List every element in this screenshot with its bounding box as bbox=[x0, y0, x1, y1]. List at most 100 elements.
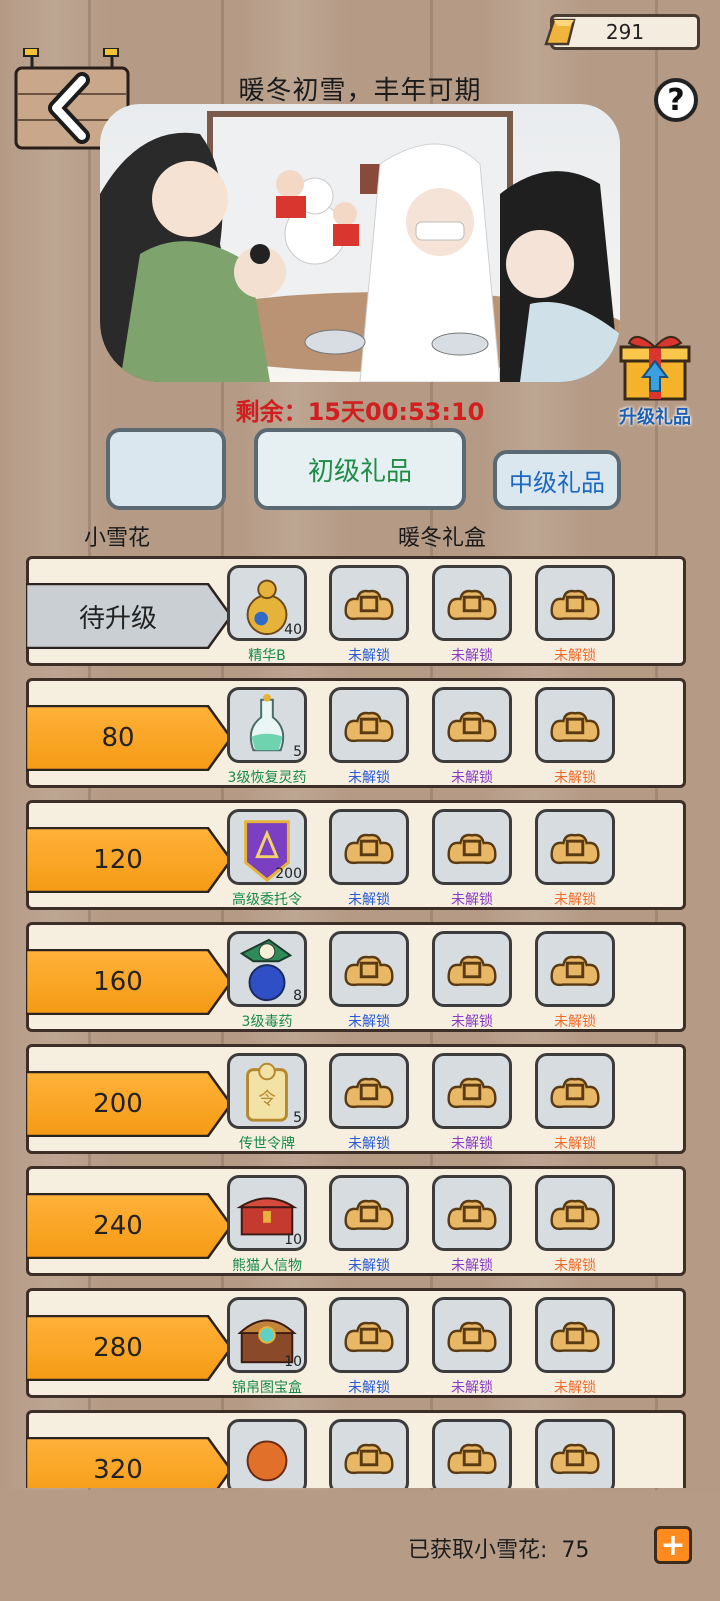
locked-slot[interactable] bbox=[535, 809, 615, 885]
lock-cloud-icon bbox=[447, 955, 497, 987]
locked-label: 未解锁 bbox=[554, 892, 596, 908]
locked-slot[interactable] bbox=[329, 1175, 409, 1251]
locked-slot[interactable] bbox=[535, 1419, 615, 1488]
locked-slot[interactable] bbox=[329, 931, 409, 1007]
locked-label: 未解锁 bbox=[348, 648, 390, 664]
locked-slot[interactable] bbox=[535, 931, 615, 1007]
tab-intermediate-gift[interactable]: 中级礼品 bbox=[493, 450, 621, 510]
event-title: 暖冬初雪，丰年可期 bbox=[238, 76, 482, 106]
locked-slot[interactable] bbox=[329, 1053, 409, 1129]
reward-quantity: 8 bbox=[293, 988, 302, 1004]
lock-cloud-icon bbox=[344, 833, 394, 865]
tab-basic-gift[interactable]: 初级礼品 bbox=[254, 428, 466, 510]
locked-slot[interactable] bbox=[535, 1175, 615, 1251]
tier-arrow-outline bbox=[26, 705, 233, 771]
reward-row: 200 令 5 传世令牌 未解锁 未解锁 未解锁 bbox=[26, 1044, 686, 1154]
reward-slot[interactable]: 40 bbox=[227, 565, 307, 641]
locked-slot[interactable] bbox=[329, 1419, 409, 1488]
gift-box-icon bbox=[619, 336, 691, 401]
locked-label: 未解锁 bbox=[348, 892, 390, 908]
reward-row: 120 200 高级委托令 未解锁 未解锁 未解锁 bbox=[26, 800, 686, 910]
reward-slot[interactable]: 200 bbox=[227, 809, 307, 885]
locked-label: 未解锁 bbox=[348, 1014, 390, 1030]
obtained-snowflakes-value: 75 bbox=[561, 1538, 590, 1563]
lock-cloud-icon bbox=[550, 1321, 600, 1353]
tier-arrow-outline bbox=[26, 583, 233, 649]
locked-slot[interactable] bbox=[432, 1419, 512, 1488]
locked-label: 未解锁 bbox=[348, 1258, 390, 1274]
lock-cloud-icon bbox=[344, 589, 394, 621]
event-illustration bbox=[100, 104, 620, 382]
lock-cloud-icon bbox=[550, 1077, 600, 1109]
tier-arrow-outline bbox=[26, 827, 233, 893]
lock-cloud-icon bbox=[550, 1199, 600, 1231]
locked-slot[interactable] bbox=[432, 1053, 512, 1129]
reward-quantity: 5 bbox=[293, 1110, 302, 1126]
add-snowflake-button[interactable]: + bbox=[654, 1526, 692, 1564]
locked-slot[interactable] bbox=[329, 1297, 409, 1373]
locked-label: 未解锁 bbox=[451, 648, 493, 664]
reward-quantity: 5 bbox=[293, 744, 302, 760]
lock-cloud-icon bbox=[550, 955, 600, 987]
lock-cloud-icon bbox=[550, 711, 600, 743]
reward-quantity: 10 bbox=[284, 1232, 302, 1248]
locked-label: 未解锁 bbox=[348, 1136, 390, 1152]
lock-cloud-icon bbox=[550, 1443, 600, 1475]
locked-slot[interactable] bbox=[432, 931, 512, 1007]
locked-slot[interactable] bbox=[329, 565, 409, 641]
reward-slot[interactable]: 10 bbox=[227, 1175, 307, 1251]
currency-amount: 291 bbox=[605, 20, 645, 44]
locked-label: 未解锁 bbox=[451, 892, 493, 908]
locked-slot[interactable] bbox=[329, 809, 409, 885]
reward-slot[interactable]: 令5 bbox=[227, 1053, 307, 1129]
locked-label: 未解锁 bbox=[554, 648, 596, 664]
upgrade-gift-label: 升级礼品 bbox=[619, 407, 691, 428]
reward-slot[interactable]: 10 bbox=[227, 1297, 307, 1373]
reward-slot[interactable]: 8 bbox=[227, 931, 307, 1007]
locked-slot[interactable] bbox=[432, 687, 512, 763]
locked-slot[interactable] bbox=[535, 565, 615, 641]
reward-quantity: 40 bbox=[284, 622, 302, 638]
locked-label: 未解锁 bbox=[554, 770, 596, 786]
reward-name: 精华B bbox=[248, 648, 286, 664]
locked-label: 未解锁 bbox=[554, 1136, 596, 1152]
upgrade-gift-button[interactable]: 升级礼品 bbox=[605, 325, 705, 435]
reward-name: 锦帛图宝盒 bbox=[232, 1380, 302, 1396]
tier-arrow-outline bbox=[26, 1437, 233, 1488]
reward-row: 160 8 3级毒药 未解锁 未解锁 未解锁 bbox=[26, 922, 686, 1032]
locked-label: 未解锁 bbox=[348, 1380, 390, 1396]
lock-cloud-icon bbox=[447, 1443, 497, 1475]
locked-slot[interactable] bbox=[535, 1053, 615, 1129]
locked-label: 未解锁 bbox=[554, 1380, 596, 1396]
tab-primary-previous[interactable] bbox=[106, 428, 226, 510]
tier-arrow-outline bbox=[26, 1193, 233, 1259]
locked-label: 未解锁 bbox=[451, 1258, 493, 1274]
lock-cloud-icon bbox=[550, 589, 600, 621]
locked-slot[interactable] bbox=[432, 565, 512, 641]
reward-row: 320 bbox=[26, 1410, 686, 1488]
reward-row: 80 5 3级恢复灵药 未解锁 未解锁 未解锁 bbox=[26, 678, 686, 788]
column-header-gift-box: 暖冬礼盒 bbox=[398, 526, 487, 551]
lock-cloud-icon bbox=[344, 1077, 394, 1109]
lock-cloud-icon bbox=[447, 1077, 497, 1109]
reward-quantity: 10 bbox=[284, 1354, 302, 1370]
reward-slot[interactable] bbox=[227, 1419, 307, 1488]
reward-list[interactable]: 待升级 40 精华B 未解锁 未解锁 未解锁 80 5 3级恢复灵药 未解锁 未解锁 未解锁 120 20… bbox=[26, 556, 686, 1488]
footer-bar bbox=[0, 1490, 720, 1601]
locked-slot[interactable] bbox=[432, 1175, 512, 1251]
locked-slot[interactable] bbox=[329, 687, 409, 763]
locked-slot[interactable] bbox=[432, 1297, 512, 1373]
reward-row: 280 10 锦帛图宝盒 未解锁 未解锁 未解锁 bbox=[26, 1288, 686, 1398]
reward-name: 熊猫人信物 bbox=[232, 1258, 302, 1274]
locked-slot[interactable] bbox=[535, 1297, 615, 1373]
lock-cloud-icon bbox=[344, 955, 394, 987]
locked-slot[interactable] bbox=[535, 687, 615, 763]
lock-cloud-icon bbox=[447, 833, 497, 865]
reward-row: 待升级 40 精华B 未解锁 未解锁 未解锁 bbox=[26, 556, 686, 666]
obtained-snowflakes: 已获取小雪花: 75 bbox=[408, 1538, 590, 1563]
reward-slot[interactable]: 5 bbox=[227, 687, 307, 763]
lock-cloud-icon bbox=[447, 1321, 497, 1353]
lock-cloud-icon bbox=[344, 1199, 394, 1231]
column-header-snowflake: 小雪花 bbox=[84, 526, 151, 551]
locked-slot[interactable] bbox=[432, 809, 512, 885]
